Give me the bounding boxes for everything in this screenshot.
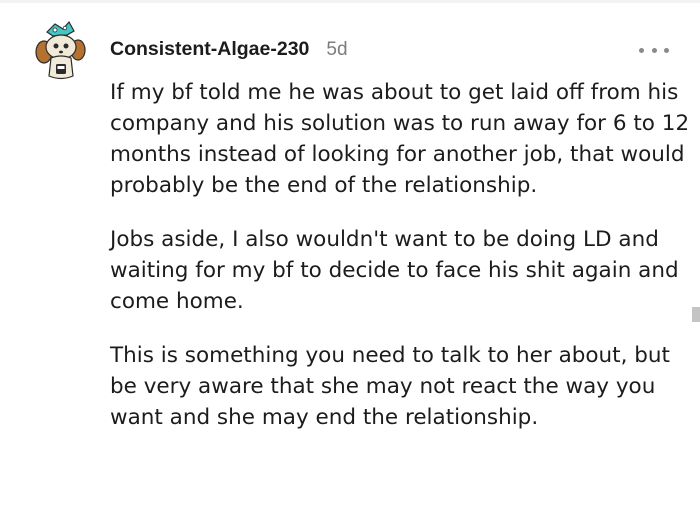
more-options-button[interactable] <box>639 40 669 60</box>
comment-author-name[interactable]: Consistent-Algae-230 <box>110 38 309 61</box>
snoo-avatar-icon <box>35 20 86 80</box>
top-divider <box>0 0 700 3</box>
more-options-icon <box>664 47 669 53</box>
comment-paragraph: Jobs aside, I also wouldn't want to be d… <box>110 227 679 314</box>
scrollbar-thumb[interactable] <box>692 307 700 322</box>
user-avatar[interactable] <box>33 20 89 82</box>
more-options-icon <box>639 47 644 53</box>
comment-paragraph: This is something you need to talk to he… <box>110 343 670 430</box>
comment-body: If my bf told me he was about to get lai… <box>110 77 690 456</box>
comment-paragraph: If my bf told me he was about to get lai… <box>110 80 690 198</box>
more-options-icon <box>651 47 657 53</box>
comment-timestamp[interactable]: 5d <box>326 39 347 61</box>
comment-header: Consistent-Algae-230 5d <box>110 38 348 61</box>
